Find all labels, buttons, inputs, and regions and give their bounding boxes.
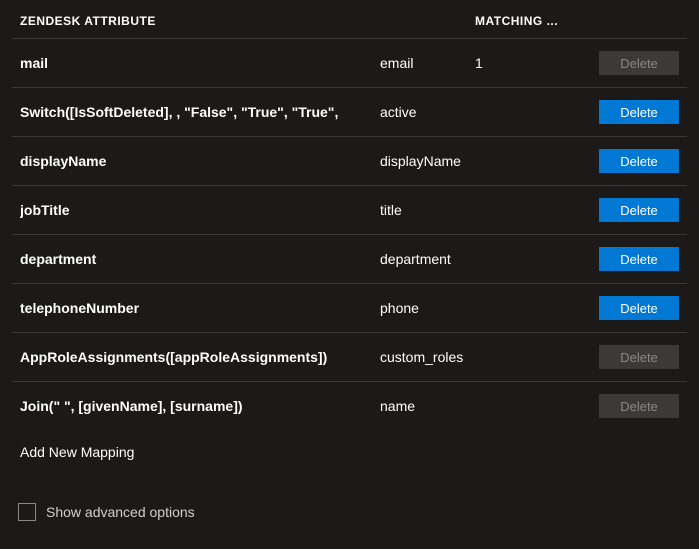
table-header: ZENDESK ATTRIBUTE MATCHING ... [12, 0, 687, 39]
delete-button: Delete [599, 345, 679, 369]
delete-button[interactable]: Delete [599, 149, 679, 173]
table-row[interactable]: jobTitletitle Delete [12, 186, 687, 235]
table-row[interactable]: telephoneNumberphone Delete [12, 284, 687, 333]
table-row[interactable]: displayNamedisplayName Delete [12, 137, 687, 186]
delete-button: Delete [599, 51, 679, 75]
table-row[interactable]: departmentdepartment Delete [12, 235, 687, 284]
table-row[interactable]: Switch([IsSoftDeleted], , "False", "True… [12, 88, 687, 137]
target-attribute: name [380, 398, 475, 414]
show-advanced-checkbox[interactable] [18, 503, 36, 521]
delete-button: Delete [599, 394, 679, 418]
header-matching: MATCHING ... [475, 14, 589, 28]
target-attribute: displayName [380, 153, 475, 169]
add-new-mapping-link[interactable]: Add New Mapping [12, 430, 687, 474]
delete-button[interactable]: Delete [599, 100, 679, 124]
target-attribute: department [380, 251, 475, 267]
delete-button[interactable]: Delete [599, 247, 679, 271]
table-row[interactable]: AppRoleAssignments([appRoleAssignments])… [12, 333, 687, 382]
delete-button[interactable]: Delete [599, 198, 679, 222]
source-attribute: department [20, 251, 380, 267]
table-row[interactable]: Join(" ", [givenName], [surname])name Del… [12, 382, 687, 430]
target-attribute: email [380, 55, 475, 71]
attribute-mapping-table: ZENDESK ATTRIBUTE MATCHING ... mailemail… [0, 0, 699, 474]
target-attribute: phone [380, 300, 475, 316]
table-row[interactable]: mailemail1 Delete [12, 39, 687, 88]
target-attribute: custom_roles [380, 349, 475, 365]
action-cell: Delete [589, 394, 679, 418]
action-cell: Delete [589, 149, 679, 173]
source-attribute: AppRoleAssignments([appRoleAssignments]) [20, 349, 380, 365]
target-attribute: title [380, 202, 475, 218]
header-source: ZENDESK ATTRIBUTE [20, 14, 380, 28]
delete-button[interactable]: Delete [599, 296, 679, 320]
source-attribute: telephoneNumber [20, 300, 380, 316]
action-cell: Delete [589, 198, 679, 222]
source-attribute: Switch([IsSoftDeleted], , "False", "True… [20, 104, 380, 120]
target-attribute: active [380, 104, 475, 120]
action-cell: Delete [589, 296, 679, 320]
show-advanced-options-control[interactable]: Show advanced options [18, 503, 195, 521]
action-cell: Delete [589, 345, 679, 369]
source-attribute: displayName [20, 153, 380, 169]
source-attribute: Join(" ", [givenName], [surname]) [20, 398, 380, 414]
action-cell: Delete [589, 247, 679, 271]
table-body: mailemail1 Delete Switch([IsSoftDeleted], … [12, 39, 687, 430]
show-advanced-label: Show advanced options [46, 504, 195, 520]
source-attribute: mail [20, 55, 380, 71]
action-cell: Delete [589, 51, 679, 75]
source-attribute: jobTitle [20, 202, 380, 218]
matching-precedence: 1 [475, 55, 589, 71]
action-cell: Delete [589, 100, 679, 124]
